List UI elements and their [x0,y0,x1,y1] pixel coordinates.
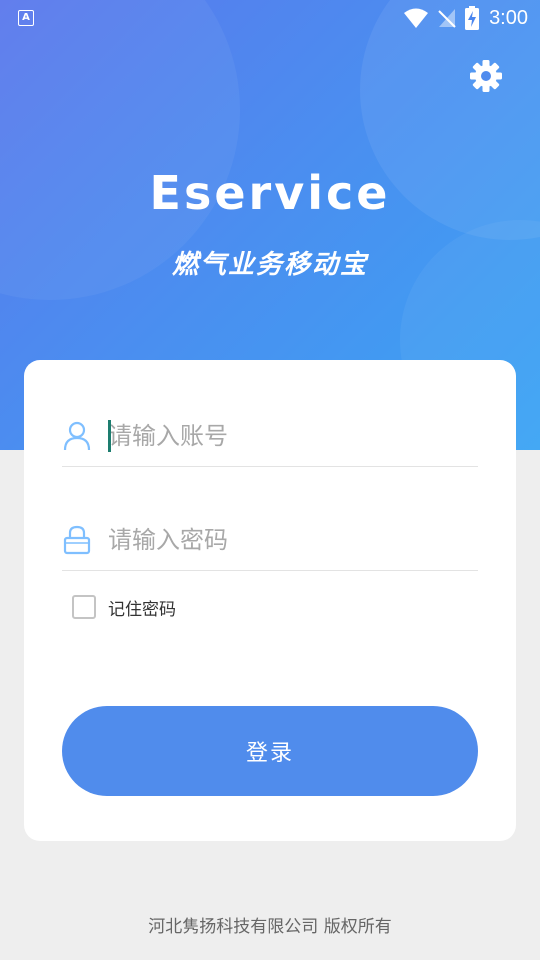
user-icon [62,421,92,451]
account-input[interactable] [108,416,478,456]
battery-charging-icon [465,6,480,30]
remember-password-checkbox[interactable] [72,595,96,619]
lock-icon [62,525,92,555]
remember-password-label: 记住密码 [108,599,176,620]
status-indicators: 3:00 [403,4,528,32]
app-notification-icon: A [18,10,34,26]
account-field [62,406,478,467]
remember-password-toggle[interactable]: 记住密码 [72,593,176,621]
text-cursor [108,420,111,452]
login-card: 记住密码 登录 [24,360,516,841]
password-input[interactable] [108,520,478,560]
brand-logo-title: Eservice [149,166,391,220]
login-button[interactable]: 登录 [62,706,478,796]
copyright-footer: 河北隽扬科技有限公司 版权所有 [148,917,392,937]
wifi-icon [404,8,429,28]
password-field [62,510,478,571]
status-bar: A 3:00 [0,0,540,36]
no-signal-icon [438,9,456,28]
gear-icon [470,60,502,92]
settings-button[interactable] [466,56,506,96]
brand-subtitle: 燃气业务移动宝 [171,250,368,280]
status-time: 3:00 [489,6,528,29]
